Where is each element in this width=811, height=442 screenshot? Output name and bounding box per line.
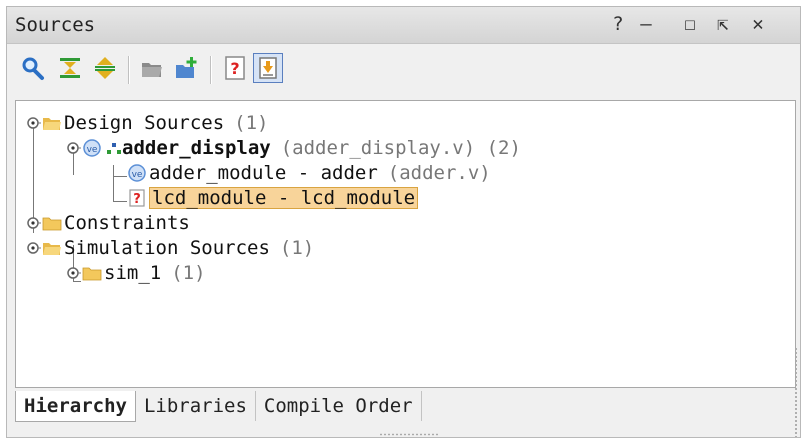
help-icon: ? [225,56,245,80]
tab-libraries[interactable]: Libraries [136,391,256,421]
toolbar: ? [7,44,800,98]
collapse-all-icon [60,58,80,78]
bottom-tabs: Hierarchy Libraries Compile Order [15,391,422,425]
tree-file-info: (adder.v) [387,162,491,184]
svg-text:ve: ve [132,170,143,180]
open-folder-icon [142,63,162,77]
tree-file-info: (adder_display.v) (2) [280,137,521,159]
sources-tree: Design Sources (1) ve adder_display (add… [15,100,796,388]
folder-open-icon [42,238,62,258]
resize-grip-right[interactable] [794,347,798,437]
tree-label: adder_display [122,137,271,159]
tree-node-constraints[interactable]: Constraints [25,211,190,235]
tree-label: Simulation Sources [64,237,270,259]
panel-title: Sources [15,14,96,36]
verilog-file-icon: ve [82,138,102,158]
open-folder-button[interactable] [137,53,167,83]
tree-node-lcd-module[interactable]: ? lcd_module - lcd_module [127,186,419,210]
tree-node-adder-module[interactable]: ve adder_module - adder (adder.v) [127,161,491,185]
folder-icon [42,213,62,233]
expand-toggle-icon[interactable] [65,265,81,281]
close-button[interactable]: ✕ [747,13,769,35]
auto-update-icon [259,57,277,79]
auto-update-button[interactable] [253,53,283,83]
sources-panel: Sources ? — ☐ ⇱ ✕ ? Design Sources (1) v… [6,6,801,438]
tree-node-simulation-sources[interactable]: Simulation Sources (1) [25,236,314,260]
resize-grip-bottom[interactable] [379,433,439,436]
tree-count: (1) [234,112,269,134]
maximize-button[interactable]: ☐ [679,13,701,35]
folder-open-icon [42,113,62,133]
verilog-file-icon: ve [127,163,147,183]
help-toolbar-button[interactable]: ? [220,53,250,83]
expand-all-button[interactable] [90,53,120,83]
tree-node-sim-1[interactable]: sim_1 (1) [65,261,206,285]
minimize-button[interactable]: — [635,13,657,35]
expand-toggle-icon[interactable] [25,115,41,131]
tree-count: (1) [171,262,206,284]
folder-icon [82,263,102,283]
float-button[interactable]: ⇱ [712,13,734,35]
add-sources-icon [176,57,197,78]
collapse-all-button[interactable] [55,53,85,83]
help-button[interactable]: ? [607,13,629,35]
tab-compile-order[interactable]: Compile Order [256,391,422,421]
tree-label: adder_module - adder [149,162,378,184]
top-module-icon [104,138,121,158]
svg-text:?: ? [230,59,239,78]
tree-node-design-sources[interactable]: Design Sources (1) [25,111,268,135]
tree-label: Design Sources [64,112,225,134]
svg-text:ve: ve [87,145,98,155]
expand-toggle-icon[interactable] [25,240,41,256]
add-sources-button[interactable] [172,53,202,83]
tree-node-adder-display[interactable]: ve adder_display (adder_display.v) (2) [65,136,521,160]
tree-label-selected: lcd_module - lcd_module [149,187,419,209]
search-icon [22,57,44,80]
tree-count: (1) [279,237,315,259]
tree-label: sim_1 [104,262,162,284]
expand-toggle-icon[interactable] [25,215,41,231]
svg-text:?: ? [133,192,141,207]
missing-file-icon: ? [127,188,147,208]
search-button[interactable] [17,53,47,83]
expand-toggle-icon[interactable] [65,140,81,156]
expand-all-icon [95,57,115,79]
tab-hierarchy[interactable]: Hierarchy [15,391,136,422]
panel-titlebar: Sources ? — ☐ ⇱ ✕ [7,7,800,44]
tree-label: Constraints [64,212,190,234]
